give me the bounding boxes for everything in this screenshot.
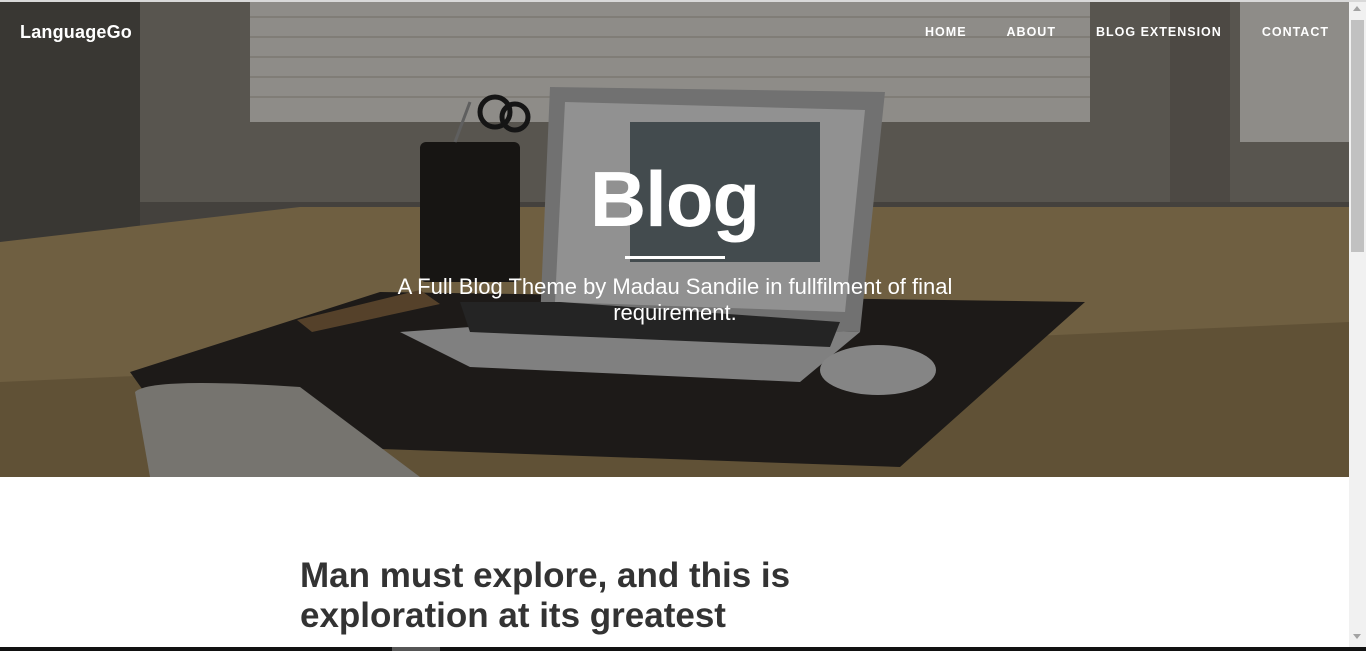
main-nav: HOME ABOUT BLOG EXTENSION CONTACT [885, 25, 1329, 39]
horizontal-scroll-indicator [392, 647, 440, 651]
post-title[interactable]: Man must explore, and this is exploratio… [300, 556, 940, 636]
scroll-down-arrow-icon[interactable] [1353, 634, 1361, 639]
nav-home[interactable]: HOME [925, 25, 967, 39]
window-bottom-bar [0, 647, 1366, 651]
brand-logo[interactable]: LanguageGo [20, 22, 132, 43]
nav-blog-extension[interactable]: BLOG EXTENSION [1096, 25, 1222, 39]
nav-about[interactable]: ABOUT [1007, 25, 1056, 39]
hero-subtitle: A Full Blog Theme by Madau Sandile in fu… [397, 274, 953, 325]
page: LanguageGo HOME ABOUT BLOG EXTENSION CON… [0, 2, 1349, 647]
hero-title: Blog [589, 155, 760, 243]
scrollbar-thumb[interactable] [1351, 20, 1364, 252]
hero-divider [625, 256, 725, 259]
hero-header: LanguageGo HOME ABOUT BLOG EXTENSION CON… [0, 2, 1349, 477]
scroll-up-arrow-icon[interactable] [1353, 6, 1361, 11]
nav-contact[interactable]: CONTACT [1262, 25, 1329, 39]
